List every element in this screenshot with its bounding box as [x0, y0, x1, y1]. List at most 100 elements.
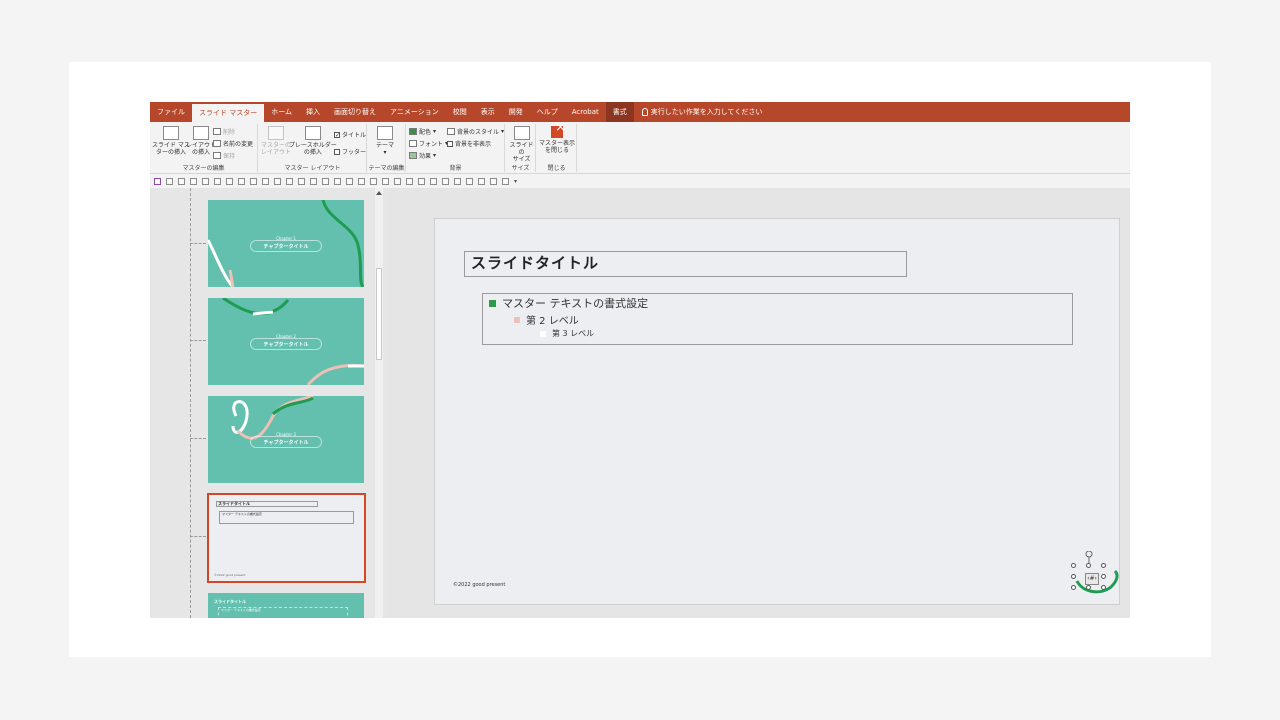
send-backward-icon[interactable] — [346, 177, 353, 185]
preserve-button[interactable]: 保持 — [213, 151, 235, 160]
background-styles-button[interactable]: 背景のスタイル ▾ — [447, 127, 504, 136]
tab-file[interactable]: ファイル — [150, 102, 192, 122]
chapter-label: Chapter 1 — [276, 236, 296, 241]
title-checkbox-box[interactable]: ✓ — [334, 131, 340, 138]
resize-handle[interactable] — [1101, 574, 1106, 579]
fonts-button[interactable]: フォント ▾ — [409, 139, 448, 148]
colors-button[interactable]: 配色 ▾ — [409, 127, 436, 136]
insert-placeholder-button[interactable]: プレースホルダー の挿入 — [289, 126, 337, 156]
resize-handle[interactable] — [1071, 563, 1076, 568]
fill-icon[interactable] — [370, 177, 377, 185]
crop-icon[interactable] — [478, 177, 485, 185]
fonts-icon — [409, 140, 417, 147]
slide-number-placeholder[interactable]: ‹#› — [1071, 551, 1123, 595]
tab-view[interactable]: 表示 — [474, 102, 502, 122]
chapter-title: チャプタータイトル — [263, 244, 309, 250]
body-placeholder[interactable]: マスター テキストの書式設定 第 2 レベル 第 3 レベル — [482, 293, 1073, 345]
master-layout-button[interactable]: マスターの レイアウト — [261, 126, 291, 156]
delete-button[interactable]: 削除 — [213, 127, 235, 136]
outline-icon[interactable] — [382, 177, 389, 185]
group-edit-theme: テーマ ▾ テーマの編集 — [368, 124, 406, 172]
star-icon[interactable] — [418, 177, 425, 185]
size-icon[interactable] — [358, 177, 365, 185]
tell-me-search[interactable]: 実行したい作業を入力してください — [634, 107, 762, 117]
tab-insert[interactable]: 挿入 — [299, 102, 327, 122]
slide-size-button[interactable]: スライドの サイズ — [508, 126, 535, 163]
save-icon[interactable] — [154, 177, 161, 185]
footer-text[interactable]: ©2022 good present — [453, 582, 505, 588]
chevron-down-icon: ▾ — [501, 128, 505, 135]
bring-forward-icon[interactable] — [334, 177, 341, 185]
layout-thumbnail-3[interactable]: Chapter 3 チャプタータイトル — [208, 396, 364, 483]
ungroup-icon[interactable] — [322, 177, 329, 185]
align-bottom-icon[interactable] — [262, 177, 269, 185]
tab-slide-master[interactable]: スライド マスター — [192, 104, 265, 122]
scrollbar-thumb[interactable] — [376, 268, 382, 360]
tab-home[interactable]: ホーム — [264, 102, 299, 122]
layout-thumbnail-5[interactable]: スライドタイトル マスター テキストの書式設定 — [208, 593, 364, 618]
font-color-icon[interactable] — [394, 177, 401, 185]
tab-review[interactable]: 校閲 — [446, 102, 474, 122]
format-painter-icon[interactable] — [406, 177, 413, 185]
tab-acrobat[interactable]: Acrobat — [565, 102, 606, 122]
shape-icon[interactable] — [190, 177, 197, 185]
resize-handle[interactable] — [1071, 585, 1076, 590]
align-center-icon[interactable] — [286, 177, 293, 185]
colors-icon — [409, 128, 417, 135]
group-label-size: サイズ — [511, 165, 530, 172]
layout-thumbnail-selected[interactable]: スライドタイトル マスター テキストの書式設定 ©2022 good prese… — [207, 493, 366, 583]
undo-icon[interactable] — [166, 177, 173, 185]
close-master-view-button[interactable]: マスター表示 を閉じる — [539, 124, 575, 154]
footer-checkbox[interactable]: フッター — [334, 147, 366, 156]
title-placeholder[interactable]: スライドタイトル — [464, 251, 907, 277]
layout-thumbnail-1[interactable]: Chapter 1 チャプタータイトル — [208, 200, 364, 287]
rename-icon — [213, 140, 221, 147]
network-icon[interactable] — [502, 177, 509, 185]
level-3-text: 第 3 レベル — [540, 328, 594, 339]
title-checkbox-label: タイトル — [342, 132, 367, 139]
rename-label: 名前の変更 — [223, 141, 254, 148]
title-checkbox[interactable]: ✓ タイトル — [334, 130, 366, 139]
group-edit-master: スライド マス ターの挿入 レイアウト の挿入 削除 名前の変更 保持 マスター… — [150, 124, 258, 172]
align-top-icon[interactable] — [238, 177, 245, 185]
rename-button[interactable]: 名前の変更 — [213, 139, 253, 148]
master-slide-canvas[interactable]: スライドタイトル マスター テキストの書式設定 第 2 レベル 第 3 レベル … — [434, 218, 1120, 605]
layout-thumbnail-2[interactable]: Chapter 2 チャプタータイトル — [208, 298, 364, 385]
tab-transitions[interactable]: 画面切り替え — [327, 102, 383, 122]
resize-handle[interactable] — [1101, 585, 1106, 590]
select-icon[interactable] — [178, 177, 185, 185]
arrange-icon[interactable] — [226, 177, 233, 185]
customize-toolbar-icon[interactable]: ▾ — [514, 178, 517, 185]
align-middle-icon[interactable] — [250, 177, 257, 185]
group-icon[interactable] — [310, 177, 317, 185]
swap-icon[interactable] — [430, 177, 437, 185]
shapes-icon[interactable] — [214, 177, 221, 185]
tab-format[interactable]: 書式 — [605, 102, 634, 122]
insert-layout-button[interactable]: レイアウト の挿入 — [186, 126, 216, 156]
effects-button[interactable]: 効果 ▾ — [409, 151, 436, 160]
footer-checkbox-box[interactable] — [334, 148, 340, 155]
hide-background-checkbox[interactable]: 背景を非表示 — [447, 139, 491, 148]
thumbnail-scrollbar[interactable] — [375, 188, 383, 618]
bullets-icon[interactable] — [202, 177, 209, 185]
merge-icon[interactable] — [442, 177, 449, 185]
themes-button[interactable]: テーマ ▾ — [376, 126, 394, 156]
tab-developer[interactable]: 開発 — [502, 102, 530, 122]
link-icon[interactable] — [454, 177, 461, 185]
favorite-icon[interactable] — [466, 177, 473, 185]
master-layout-icon — [268, 126, 284, 140]
tab-help[interactable]: ヘルプ — [530, 102, 565, 122]
resize-handle[interactable] — [1086, 585, 1091, 590]
hide-background-box[interactable] — [447, 140, 453, 147]
tab-animations[interactable]: アニメーション — [383, 102, 446, 122]
insert-slide-master-button[interactable]: スライド マス ターの挿入 — [152, 126, 190, 156]
scroll-up-icon[interactable] — [376, 191, 382, 195]
resize-handle[interactable] — [1101, 563, 1106, 568]
pin-icon — [213, 152, 221, 159]
picture-icon[interactable] — [490, 177, 497, 185]
resize-handle[interactable] — [1071, 574, 1076, 579]
align-right-icon[interactable] — [298, 177, 305, 185]
resize-handle[interactable] — [1086, 563, 1091, 568]
group-background: 配色 ▾ フォント ▾ 効果 ▾ 背景のスタイル ▾ 背景を非表示 — [407, 124, 505, 172]
align-left-icon[interactable] — [274, 177, 281, 185]
